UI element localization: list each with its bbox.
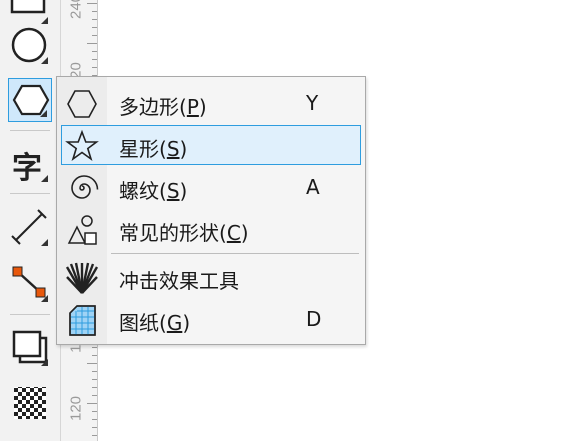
flyout-indicator — [41, 295, 48, 302]
menu-item-common-shapes[interactable]: 常见的形状(C) — [61, 209, 361, 249]
ruler-tick — [87, 403, 97, 404]
ruler-tick — [92, 35, 97, 36]
toolbox-separator — [10, 193, 50, 194]
menu-item-spiral[interactable]: 螺纹(S) A — [61, 167, 361, 207]
shortcut-key: Y — [306, 91, 319, 115]
ruler-tick — [92, 19, 97, 20]
ruler-tick — [92, 347, 97, 348]
toolbox-separator — [10, 130, 50, 131]
menu-item-graph-paper[interactable]: 图纸(G) D — [61, 299, 361, 339]
flyout-indicator — [41, 239, 48, 246]
menu-separator — [111, 253, 359, 254]
menu-item-label: 螺纹(S) — [119, 179, 188, 203]
menu-item-star[interactable]: 星形(S) — [61, 125, 361, 165]
ruler-tick — [92, 379, 97, 380]
ruler-tick — [92, 411, 97, 412]
common-shapes-icon — [67, 215, 97, 245]
hexagon-icon — [67, 90, 97, 118]
drop-shadow-tool[interactable] — [6, 324, 52, 370]
ruler-tick — [87, 43, 97, 44]
menu-item-label: 星形(S) — [119, 137, 188, 161]
impact-effect-icon — [65, 262, 99, 294]
ruler-label: 240 — [67, 0, 85, 20]
flyout-indicator — [41, 359, 48, 366]
menu-item-impact-effect[interactable]: 冲击效果工具 — [61, 257, 361, 297]
spiral-icon — [71, 175, 99, 199]
ellipse-tool[interactable] — [6, 22, 52, 68]
ruler-tick — [92, 27, 97, 28]
connector-tool[interactable] — [6, 260, 52, 306]
text-tool[interactable]: 字 — [6, 140, 52, 186]
polygon-tool[interactable] — [8, 78, 52, 122]
ruler-tick — [92, 59, 97, 60]
ruler-tick — [92, 371, 97, 372]
ruler-tick — [92, 419, 97, 420]
ruler-tick — [92, 395, 97, 396]
toolbox: 字 — [0, 0, 60, 441]
transparency-tool[interactable] — [6, 380, 52, 426]
ruler-tick — [87, 3, 97, 4]
menu-item-label: 常见的形状(C) — [119, 221, 249, 245]
star-icon — [65, 129, 99, 162]
checkerboard-icon — [14, 387, 46, 419]
menu-item-label: 图纸(G) — [119, 311, 191, 335]
ruler-tick — [92, 355, 97, 356]
toolbox-separator — [10, 314, 50, 315]
flyout-indicator — [40, 110, 47, 117]
ruler-tick — [92, 11, 97, 12]
graph-paper-icon — [69, 305, 96, 336]
shape-flyout-menu: 多边形(P) Y 星形(S) 螺纹(S) A 常见的形状(C) 冲击效果工具 图… — [56, 76, 366, 345]
dimension-tool[interactable] — [6, 204, 52, 250]
ruler-label: 120 — [67, 395, 85, 422]
menu-item-polygon[interactable]: 多边形(P) Y — [61, 83, 361, 123]
flyout-indicator — [41, 57, 48, 64]
ruler-tick — [92, 387, 97, 388]
flyout-indicator — [41, 175, 48, 182]
menu-item-label: 多边形(P) — [119, 95, 207, 119]
menu-item-label: 冲击效果工具 — [119, 269, 239, 293]
ruler-tick — [92, 67, 97, 68]
ruler-tick — [92, 51, 97, 52]
ruler-tick — [92, 427, 97, 428]
ruler-tick — [87, 363, 97, 364]
text-icon: 字 — [12, 151, 42, 186]
shortcut-key: A — [306, 175, 320, 199]
ruler-tick — [92, 435, 97, 436]
shortcut-key: D — [306, 307, 322, 331]
